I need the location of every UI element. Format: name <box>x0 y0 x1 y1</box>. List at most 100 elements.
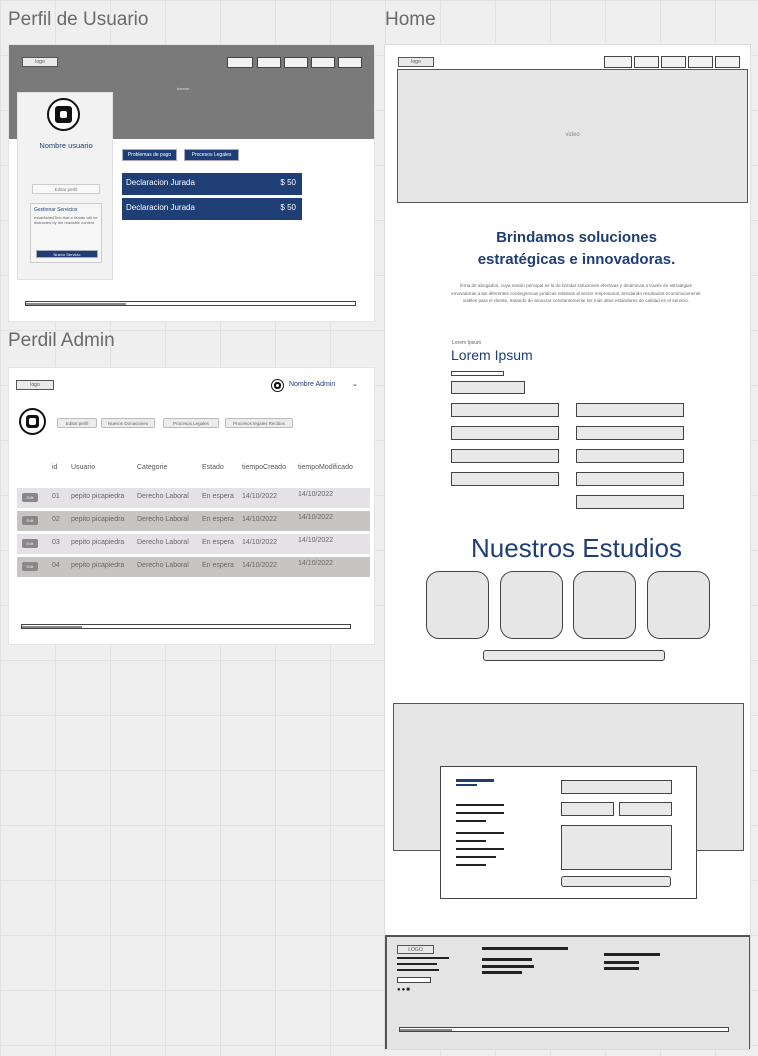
nav-button-1[interactable] <box>604 56 632 68</box>
footer-text-line <box>397 957 449 959</box>
avatar-icon <box>19 408 46 435</box>
cell-usuario: pepito picapiedra <box>71 493 125 500</box>
form-input[interactable] <box>619 802 672 816</box>
footer-input[interactable] <box>397 977 431 983</box>
column-header-tiempo-modificado: tiempoModificado <box>298 464 353 471</box>
scroll-indicator[interactable] <box>483 650 665 661</box>
cell-categoria: Derecho Laboral <box>137 516 189 523</box>
text-line <box>456 804 504 806</box>
footer-heading <box>482 947 568 950</box>
social-icons[interactable]: ●●■ <box>397 987 411 993</box>
nav-button-3[interactable] <box>284 57 308 68</box>
nav-button-1[interactable] <box>227 57 253 68</box>
cell-id: 02 <box>52 516 60 523</box>
small-input[interactable] <box>451 371 504 376</box>
text-line <box>456 864 486 866</box>
headline-line-2: estratégicas e innovadoras. <box>477 251 676 268</box>
edit-button[interactable]: Edit <box>22 516 38 525</box>
cell-usuario: pepito picapiedra <box>71 539 125 546</box>
hero-video[interactable]: video <box>397 69 748 203</box>
table-row[interactable]: Edit 02 pepito picapiedra Derecho Labora… <box>17 511 370 531</box>
input-field[interactable] <box>451 426 559 440</box>
input-field[interactable] <box>451 472 559 486</box>
input-field[interactable] <box>451 381 525 394</box>
footer-text-line <box>604 961 639 964</box>
study-card-2[interactable] <box>500 571 563 639</box>
nav-button-2[interactable] <box>257 57 281 68</box>
horizontal-scrollbar[interactable] <box>25 301 356 306</box>
tab-problemas-pago[interactable]: Problemas de pago <box>122 149 177 161</box>
column-header-estado: Estado <box>202 464 224 471</box>
footer-text-line <box>482 971 522 974</box>
logo[interactable]: logo <box>16 380 54 390</box>
form-input[interactable] <box>561 780 672 794</box>
edit-button[interactable]: Edit <box>22 493 38 502</box>
input-field[interactable] <box>451 449 559 463</box>
column-header-id: id <box>52 464 58 471</box>
input-field[interactable] <box>576 403 684 417</box>
headline-line-1: Brindamos soluciones <box>496 229 657 246</box>
hero-video-label: video <box>565 132 580 138</box>
nav-button-2[interactable] <box>634 56 659 68</box>
cell-creado: 14/10/2022 <box>242 539 278 546</box>
admin-avatar-icon <box>271 379 284 392</box>
table-row[interactable]: Edit 04 pepito picapiedra Derecho Labora… <box>17 557 370 577</box>
pill-procesos-legales[interactable]: Procesos Legales <box>163 418 219 428</box>
cell-modificado: 14/10/2022 <box>298 537 334 544</box>
nav-button-4[interactable] <box>311 57 335 68</box>
services-card: Gestionar Servicios establishedText that… <box>30 203 102 263</box>
form-textarea[interactable] <box>561 825 672 870</box>
nav-button-3[interactable] <box>661 56 686 68</box>
text-line <box>456 832 504 834</box>
profile-card: Nombre usuario Editar perfil Gestionar S… <box>17 92 113 280</box>
chevron-down-icon[interactable]: ⌄ <box>352 380 358 388</box>
study-card-4[interactable] <box>647 571 710 639</box>
cell-creado: 14/10/2022 <box>242 493 278 500</box>
text-line <box>456 848 504 850</box>
text-line <box>456 812 504 814</box>
studies-title: Nuestros Estudios <box>471 533 682 563</box>
column-header-usuario: Usuario <box>71 464 96 471</box>
declaration-item-1[interactable]: Declaracion Jurada $ 50 <box>122 173 302 195</box>
footer-text-line <box>482 965 534 968</box>
edit-button[interactable]: Edit <box>22 562 38 571</box>
input-field[interactable] <box>576 449 684 463</box>
lorem-small: Lorem Ipsum <box>452 340 482 346</box>
nav-button-4[interactable] <box>688 56 713 68</box>
edit-profile-button[interactable]: Editar perfil <box>32 184 100 194</box>
table-row[interactable]: Edit 03 pepito picapiedra Derecho Labora… <box>17 534 370 554</box>
horizontal-scrollbar[interactable] <box>21 624 351 629</box>
cell-categoria: Derecho Laboral <box>137 562 189 569</box>
edit-button[interactable]: Edit <box>22 539 38 548</box>
cell-categoria: Derecho Laboral <box>137 493 189 500</box>
study-card-1[interactable] <box>426 571 489 639</box>
logo[interactable]: logo <box>398 57 434 67</box>
footer-text-line <box>482 958 532 961</box>
input-field[interactable] <box>576 472 684 486</box>
pill-editar-perfil[interactable]: Editar perfil <box>57 418 97 428</box>
declaration-label: Declaracion Jurada <box>126 178 195 187</box>
tab-procesos-legales[interactable]: Procesos Legales <box>184 149 239 161</box>
logo[interactable]: logo <box>22 57 58 67</box>
new-service-button[interactable]: Nuevo Servicio <box>36 250 98 258</box>
input-field[interactable] <box>451 403 559 417</box>
study-card-3[interactable] <box>573 571 636 639</box>
admin-name[interactable]: Nombre Admin <box>289 381 335 388</box>
horizontal-scrollbar[interactable] <box>399 1027 729 1032</box>
pill-procesos-legales-recibos[interactable]: Procesos legales Recibos <box>225 418 293 428</box>
cell-id: 01 <box>52 493 60 500</box>
home-frame: logo video Brindamos soluciones estratég… <box>384 44 751 1050</box>
form-input[interactable] <box>561 802 614 816</box>
pill-nuevos-donaciones[interactable]: Nuevos Donaciones <box>101 418 155 428</box>
form-submit-button[interactable] <box>561 876 671 887</box>
footer-text-line <box>604 967 639 970</box>
input-field[interactable] <box>576 426 684 440</box>
section-label-perfil-admin: Perdil Admin <box>8 330 115 351</box>
footer-logo[interactable]: LOGO <box>397 945 434 954</box>
input-field[interactable] <box>576 495 684 509</box>
nav-button-5[interactable] <box>338 57 362 68</box>
nav-button-5[interactable] <box>715 56 740 68</box>
table-row[interactable]: Edit 01 pepito picapiedra Derecho Labora… <box>17 488 370 508</box>
declaration-item-2[interactable]: Declaracion Jurada $ 50 <box>122 198 302 220</box>
footer-text-line <box>397 969 439 971</box>
